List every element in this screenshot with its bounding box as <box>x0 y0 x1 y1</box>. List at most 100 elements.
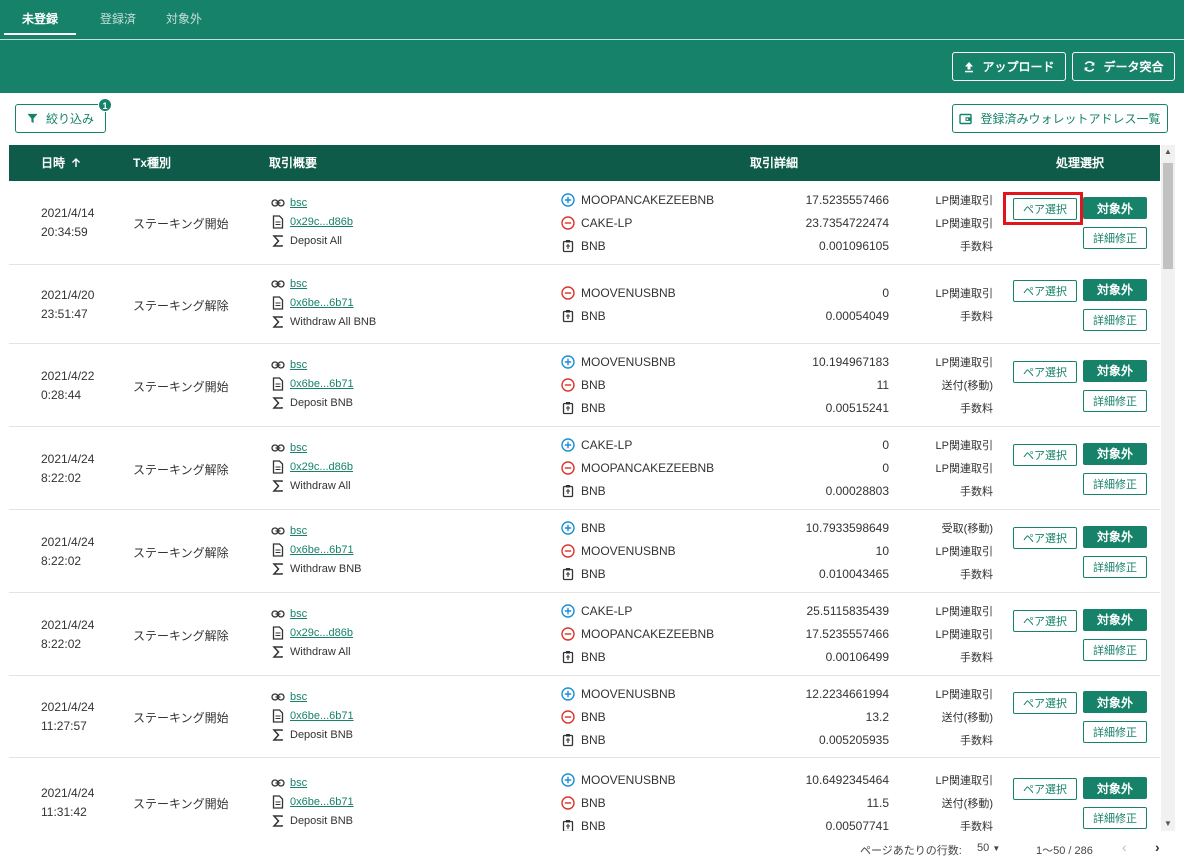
tx-hash-link[interactable]: 0x29c...d86b <box>290 216 353 228</box>
detail-line: BNB 0.001096105 手数料 <box>561 237 993 255</box>
detail-line: BNB 0.00507741 手数料 <box>561 817 993 831</box>
table-header: 日時 Tx種別 取引概要 取引詳細 処理選択 <box>9 145 1160 181</box>
pair-select-button[interactable]: ペア選択 <box>1013 443 1077 466</box>
detail-kind: LP関連取引 <box>935 217 993 230</box>
row-time: 0:28:44 <box>41 387 82 402</box>
pair-select-button[interactable]: ペア選択 <box>1013 609 1077 632</box>
sigma-icon <box>271 562 285 576</box>
sync-icon <box>1085 61 1095 72</box>
detail-amount: 0.00515241 <box>825 401 890 415</box>
edit-detail-button[interactable]: 詳細修正 <box>1083 389 1147 412</box>
tx-hash-link[interactable]: 0x6be...6b71 <box>290 544 354 556</box>
rows-per-page-select[interactable]: 50 ▼ <box>977 842 1000 854</box>
fee-icon <box>561 567 575 581</box>
document-icon <box>271 626 285 640</box>
tx-hash-link[interactable]: 0x29c...d86b <box>290 627 353 639</box>
reconcile-button[interactable]: データ突合 <box>1072 52 1175 81</box>
edit-detail-button[interactable]: 詳細修正 <box>1083 807 1147 829</box>
chain-link[interactable]: bsc <box>290 608 307 620</box>
detail-token: BNB <box>581 650 606 664</box>
edit-detail-button[interactable]: 詳細修正 <box>1083 472 1147 495</box>
scroll-up-icon[interactable]: ▲ <box>1161 145 1175 159</box>
exclude-button[interactable]: 対象外 <box>1083 197 1147 219</box>
row-time: 11:31:42 <box>41 805 87 819</box>
chain-link[interactable]: bsc <box>290 442 307 454</box>
plus-circle-icon <box>561 192 575 207</box>
detail-token: BNB <box>581 378 606 392</box>
edit-detail-button[interactable]: 詳細修正 <box>1083 555 1147 578</box>
exclude-button[interactable]: 対象外 <box>1083 608 1147 631</box>
edit-detail-button[interactable]: 詳細修正 <box>1083 227 1147 249</box>
chain-link[interactable]: bsc <box>290 691 307 703</box>
filter-icon <box>27 113 38 124</box>
pair-select-button[interactable]: ペア選択 <box>1013 526 1077 549</box>
table-row: 2021/4/24 8:22:02 ステーキング解除 bsc 0x6be...6b71 W… <box>9 510 1160 593</box>
exclude-button[interactable]: 対象外 <box>1083 278 1147 301</box>
detail-token: BNB <box>581 567 606 581</box>
tx-hash-link[interactable]: 0x29c...d86b <box>290 461 353 473</box>
upload-icon <box>965 61 974 72</box>
wallet-list-button[interactable]: 登録済みウォレットアドレス一覧 <box>952 104 1168 133</box>
tx-hash-link[interactable]: 0x6be...6b71 <box>290 710 354 722</box>
exclude-button[interactable]: 対象外 <box>1083 525 1147 548</box>
row-date: 2021/4/24 <box>41 700 95 714</box>
detail-kind: LP関連取引 <box>935 688 993 701</box>
detail-amount: 0.010043465 <box>818 567 890 581</box>
detail-line: BNB 11.5 送付(移動) <box>561 794 993 812</box>
tab-unregistered[interactable]: 未登録 <box>4 0 76 38</box>
exclude-button[interactable]: 対象外 <box>1083 359 1147 382</box>
pair-select-button[interactable]: ペア選択 <box>1013 778 1077 800</box>
detail-token: CAKE-LP <box>581 215 633 230</box>
tab-registered[interactable]: 登録済 <box>82 0 154 38</box>
edit-detail-button[interactable]: 詳細修正 <box>1083 638 1147 661</box>
prev-page-icon[interactable]: ‹ <box>1122 839 1127 855</box>
link-icon <box>271 358 285 372</box>
detail-line: MOOPANCAKEZEEBNB 17.5235557466 LP関連取引 <box>561 625 993 643</box>
method-name: Deposit BNB <box>290 397 353 409</box>
edit-detail-button[interactable]: 詳細修正 <box>1083 308 1147 331</box>
fee-icon <box>561 819 575 831</box>
detail-kind: 手数料 <box>960 569 993 581</box>
detail-line: BNB 0.00028803 手数料 <box>561 482 993 500</box>
pair-select-button[interactable]: ペア選択 <box>1013 360 1077 383</box>
chain-link[interactable]: bsc <box>290 359 307 371</box>
detail-token: BNB <box>581 732 606 747</box>
exclude-button[interactable]: 対象外 <box>1083 691 1147 713</box>
tx-hash-link[interactable]: 0x6be...6b71 <box>290 297 354 309</box>
exclude-button[interactable]: 対象外 <box>1083 442 1147 465</box>
edit-detail-button[interactable]: 詳細修正 <box>1083 721 1147 743</box>
chain-link[interactable]: bsc <box>290 777 307 789</box>
pair-select-button[interactable]: ペア選択 <box>1013 692 1077 714</box>
detail-kind: 手数料 <box>960 310 993 323</box>
detail-kind: 手数料 <box>960 240 993 253</box>
sigma-icon <box>271 315 285 329</box>
row-time: 11:27:57 <box>41 719 87 733</box>
tx-hash-link[interactable]: 0x6be...6b71 <box>290 796 354 808</box>
scroll-down-icon[interactable]: ▼ <box>1161 817 1175 831</box>
chain-link[interactable]: bsc <box>290 197 307 209</box>
scroll-thumb[interactable] <box>1163 163 1173 269</box>
row-datetime: 2021/4/24 8:22:02 <box>41 616 94 654</box>
header-datetime[interactable]: 日時 <box>41 145 81 181</box>
scrollbar[interactable]: ▲ ▼ <box>1161 145 1175 831</box>
row-txtype: ステーキング解除 <box>133 628 229 643</box>
detail-line: MOOPANCAKEZEEBNB 17.5235557466 LP関連取引 <box>561 191 993 209</box>
next-page-icon[interactable]: › <box>1155 839 1160 855</box>
sigma-icon <box>271 234 285 248</box>
pair-select-button[interactable]: ペア選択 <box>1013 279 1077 302</box>
upload-button[interactable]: アップロード <box>952 52 1066 81</box>
filter-button[interactable]: 絞り込み 1 <box>15 98 112 133</box>
exclude-button[interactable]: 対象外 <box>1083 777 1147 799</box>
chain-link[interactable]: bsc <box>290 525 307 537</box>
tab-excluded[interactable]: 対象外 <box>148 0 220 38</box>
row-time: 8:22:02 <box>41 470 82 485</box>
detail-amount: 0.001096105 <box>818 238 890 253</box>
detail-kind: 受取(移動) <box>941 523 993 535</box>
chain-link[interactable]: bsc <box>290 278 307 290</box>
detail-token: MOOVENUSBNB <box>581 285 676 300</box>
tx-hash-link[interactable]: 0x6be...6b71 <box>290 378 354 390</box>
header-summary: 取引概要 <box>269 156 318 170</box>
detail-token: BNB <box>581 795 606 810</box>
link-icon <box>271 524 285 538</box>
document-icon <box>271 377 285 391</box>
